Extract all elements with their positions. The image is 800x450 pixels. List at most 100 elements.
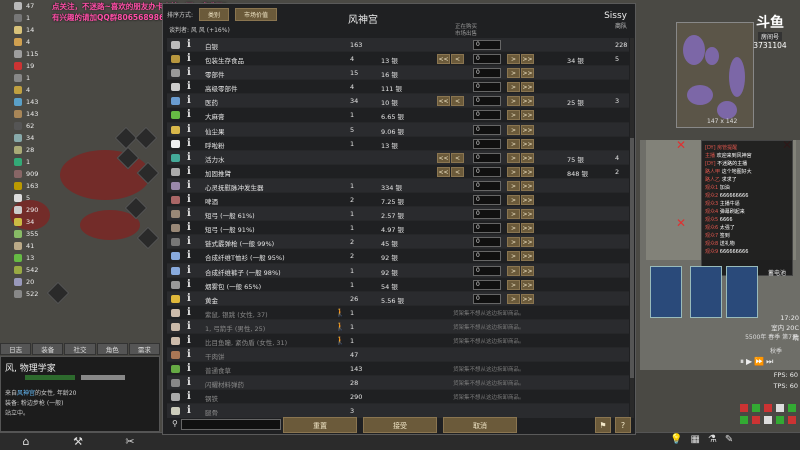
buy-all-button[interactable]: >> bbox=[521, 180, 534, 191]
trade-row[interactable]: i 普通食草 143 货架集不想从这边拆卸商品。 bbox=[167, 362, 629, 377]
trade-row[interactable]: i 短弓 (一般 61%) 1 2.57 银 0 > >> bbox=[167, 207, 629, 222]
trade-row[interactable]: i 医药 34 10 银 << <0 > >> 25 银3 bbox=[167, 94, 629, 109]
resource-item[interactable]: 28 bbox=[0, 144, 48, 156]
zone-icon[interactable]: ▦ bbox=[690, 434, 699, 445]
info-icon[interactable]: i bbox=[187, 222, 191, 233]
trade-amount-input[interactable]: 0 bbox=[473, 40, 501, 50]
info-icon[interactable]: i bbox=[187, 208, 191, 219]
solar-panel[interactable] bbox=[726, 266, 758, 318]
info-icon[interactable]: i bbox=[187, 67, 191, 78]
tab-gear[interactable]: 装备 bbox=[32, 343, 64, 355]
buy-one-button[interactable]: > bbox=[507, 279, 520, 290]
buy-all-button[interactable]: >> bbox=[521, 195, 534, 206]
info-icon[interactable]: i bbox=[187, 236, 191, 247]
trade-row[interactable]: i 加固推臂 << <0 > >> 848 银2 bbox=[167, 165, 629, 179]
trade-row[interactable]: i 紫鼠, 银跳 (女性, 37) 🚶 1 货架集不想从这边拆卸商品。 bbox=[167, 306, 629, 320]
buy-one-button[interactable]: > bbox=[507, 124, 520, 135]
sort-category-button[interactable]: 类别 bbox=[199, 8, 230, 21]
toggle-icon[interactable] bbox=[752, 416, 760, 424]
cancel-button[interactable]: 取消 bbox=[443, 417, 517, 433]
info-icon[interactable]: i bbox=[187, 405, 191, 416]
resource-item[interactable]: 62 bbox=[0, 120, 48, 132]
sell-one-button[interactable]: < bbox=[451, 166, 464, 177]
resource-item[interactable]: 5 bbox=[0, 192, 48, 204]
resource-item[interactable]: 290 bbox=[0, 204, 48, 216]
sort-value-button[interactable]: 市场价值 bbox=[235, 8, 278, 21]
trade-amount-input[interactable]: 0 bbox=[473, 223, 501, 234]
trade-amount-input[interactable]: 0 bbox=[473, 209, 501, 220]
trade-row[interactable]: i 零部件 15 16 银 0 > >> bbox=[167, 66, 629, 81]
resource-item[interactable]: 909 bbox=[0, 168, 48, 180]
trade-amount-input[interactable]: 0 bbox=[473, 68, 501, 79]
sell-one-button[interactable]: < bbox=[451, 152, 464, 163]
home-icon[interactable]: ⌂ bbox=[16, 435, 36, 449]
trade-amount-input[interactable]: 0 bbox=[473, 265, 501, 276]
resource-item[interactable]: 143 bbox=[0, 96, 48, 108]
toggle-icon[interactable] bbox=[788, 416, 796, 424]
buy-one-button[interactable]: > bbox=[507, 68, 520, 79]
buy-one-button[interactable]: > bbox=[507, 237, 520, 248]
buy-all-button[interactable]: >> bbox=[521, 110, 534, 121]
buy-one-button[interactable]: > bbox=[507, 251, 520, 262]
trade-row[interactable]: i 大麻膏 1 6.65 银 0 > >> bbox=[167, 108, 629, 123]
info-icon[interactable]: i bbox=[187, 194, 191, 205]
buy-all-button[interactable]: >> bbox=[521, 82, 534, 93]
sell-one-button[interactable]: < bbox=[451, 54, 464, 65]
help-icon[interactable]: ? bbox=[615, 417, 631, 433]
info-icon[interactable]: i bbox=[187, 138, 191, 149]
buy-all-button[interactable]: >> bbox=[521, 265, 534, 276]
info-icon[interactable]: i bbox=[187, 391, 191, 402]
trade-row[interactable]: i 白银 163 0 228 bbox=[167, 38, 629, 53]
info-icon[interactable]: i bbox=[187, 335, 191, 346]
toggle-icon[interactable] bbox=[764, 416, 772, 424]
trade-amount-input[interactable]: 0 bbox=[473, 279, 501, 290]
trade-amount-input[interactable]: 0 bbox=[473, 180, 501, 191]
buy-all-button[interactable]: >> bbox=[521, 96, 534, 107]
trade-amount-input[interactable]: 0 bbox=[473, 251, 501, 262]
accept-button[interactable]: 接受 bbox=[363, 417, 437, 433]
resource-item[interactable]: 4 bbox=[0, 84, 48, 96]
info-icon[interactable]: i bbox=[187, 39, 191, 50]
buy-one-button[interactable]: > bbox=[507, 166, 520, 177]
trade-row[interactable]: i 烟雾包 (一般 65%) 1 54 银 0 > >> bbox=[167, 278, 629, 292]
buy-all-button[interactable]: >> bbox=[521, 223, 534, 234]
tab-needs[interactable]: 需求 bbox=[128, 343, 161, 355]
tab-social[interactable]: 社交 bbox=[64, 343, 96, 355]
resource-item[interactable]: 163 bbox=[0, 180, 48, 192]
buy-one-button[interactable]: > bbox=[507, 293, 520, 304]
fastest-icon[interactable]: ⏭ bbox=[766, 357, 773, 367]
info-icon[interactable]: i bbox=[187, 166, 191, 177]
scroll-thumb[interactable] bbox=[630, 138, 634, 378]
trade-amount-input[interactable]: 0 bbox=[473, 82, 501, 93]
info-icon[interactable]: i bbox=[187, 180, 191, 191]
info-icon[interactable]: i bbox=[187, 349, 191, 360]
trade-amount-input[interactable]: 0 bbox=[473, 237, 501, 248]
toggle-icon[interactable] bbox=[776, 416, 784, 424]
play-icon[interactable]: ▶ bbox=[746, 357, 752, 367]
trade-row[interactable]: i 闪耀材料弹药 28 货架集不想从这边拆卸商品。 bbox=[167, 376, 629, 391]
search-field[interactable]: ⚲ bbox=[172, 419, 281, 430]
trade-row[interactable]: i 活力水 << <0 > >> 75 银4 bbox=[167, 150, 629, 165]
resource-item[interactable]: 1 bbox=[0, 12, 48, 24]
toggle-icon[interactable] bbox=[740, 416, 748, 424]
resource-item[interactable]: 4 bbox=[0, 36, 48, 48]
toggle-icon[interactable] bbox=[776, 404, 784, 412]
buy-one-button[interactable]: > bbox=[507, 223, 520, 234]
buy-one-button[interactable]: > bbox=[507, 82, 520, 93]
trade-amount-input[interactable]: 0 bbox=[473, 195, 501, 206]
toggle-icon[interactable] bbox=[764, 404, 772, 412]
buy-one-button[interactable]: > bbox=[507, 195, 520, 206]
trade-amount-input[interactable]: 0 bbox=[473, 293, 501, 304]
buy-one-button[interactable]: > bbox=[507, 54, 520, 65]
beaker-icon[interactable]: ⚗ bbox=[708, 434, 717, 445]
trade-amount-input[interactable]: 0 bbox=[473, 124, 501, 135]
buy-one-button[interactable]: > bbox=[507, 180, 520, 191]
resource-item[interactable]: 522 bbox=[0, 288, 48, 300]
buy-all-button[interactable]: >> bbox=[521, 237, 534, 248]
info-icon[interactable]: i bbox=[187, 109, 191, 120]
buy-all-button[interactable]: >> bbox=[521, 279, 534, 290]
solar-panel[interactable] bbox=[690, 266, 722, 318]
trade-row[interactable]: i 短弓 (一般 91%) 1 4.97 银 0 > >> bbox=[167, 221, 629, 236]
trade-amount-input[interactable]: 0 bbox=[473, 166, 501, 177]
buy-all-button[interactable]: >> bbox=[521, 152, 534, 163]
